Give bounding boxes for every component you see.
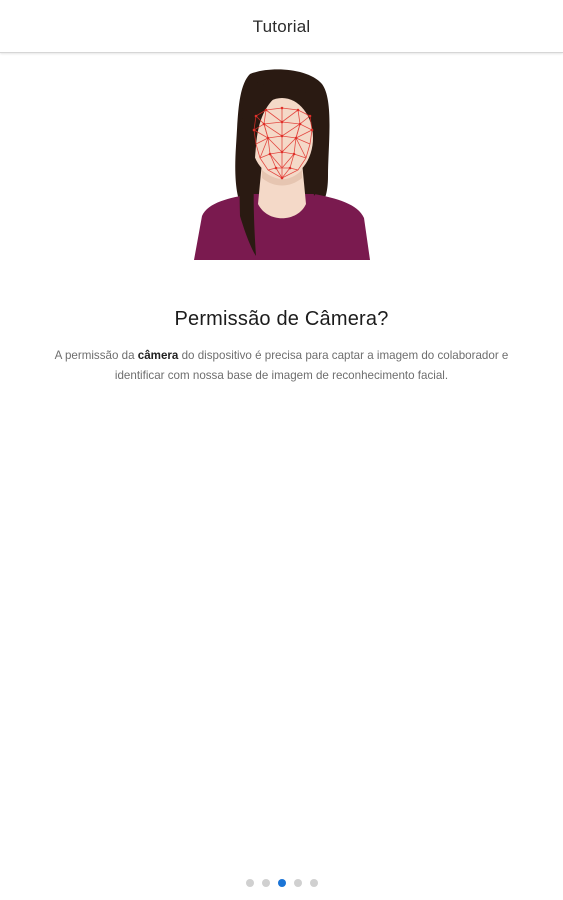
permission-title: Permissão de Câmera? (174, 308, 389, 330)
description-highlight: câmera (137, 349, 179, 362)
page-indicator (0, 879, 563, 889)
page-dot-5[interactable] (309, 879, 318, 887)
description-text-start: A permissão da (54, 349, 138, 362)
page-dot-1[interactable] (245, 879, 254, 887)
page-title: Tutorial (252, 17, 311, 36)
face-recognition-illustration (194, 69, 370, 260)
page-dot-2[interactable] (261, 879, 270, 887)
page-dot-4[interactable] (293, 879, 302, 887)
app-bar: Tutorial (0, 0, 563, 53)
page-dot-3[interactable] (277, 879, 286, 887)
permission-description: A permissão da câmera do dispositivo é p… (40, 346, 523, 386)
